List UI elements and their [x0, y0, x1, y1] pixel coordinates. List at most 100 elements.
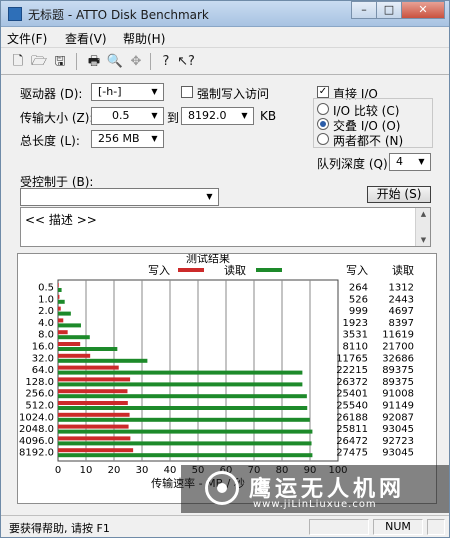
minimize-button[interactable]: –	[351, 1, 377, 19]
print-icon[interactable]: 🖶	[85, 53, 103, 71]
table-header-read: 读取	[392, 263, 414, 277]
controlled-by-select[interactable]: ▼	[20, 188, 219, 206]
save-icon[interactable]: 🖫	[51, 53, 69, 71]
y-tick-label: 2048.0	[19, 424, 54, 435]
total-length-select[interactable]: 256 MB ▼	[91, 130, 164, 148]
resize-grip-icon[interactable]	[427, 519, 445, 535]
table-cell-write: 25401	[336, 389, 368, 400]
app-window: 无标题 - ATTO Disk Benchmark – □ ✕ 文件(F) 查看…	[0, 0, 450, 538]
y-tick-label: 4096.0	[19, 436, 54, 447]
read-bar	[58, 347, 118, 351]
table-header-write: 写入	[346, 264, 368, 277]
toolbar-separator	[76, 53, 77, 70]
y-tick-label: 512.0	[25, 401, 54, 412]
table-cell-read: 91149	[382, 401, 414, 412]
queue-depth-value: 4	[396, 155, 403, 168]
table-cell-write: 3531	[343, 330, 368, 341]
maximize-button[interactable]: □	[376, 1, 402, 19]
table-cell-read: 4697	[389, 306, 414, 317]
y-tick-label: 8192.0	[19, 448, 54, 459]
table-cell-read: 2443	[389, 294, 414, 305]
status-pane-empty	[309, 519, 369, 535]
y-tick-label: 64.0	[32, 365, 54, 376]
force-write-checkbox[interactable]	[181, 86, 193, 98]
table-cell-read: 91008	[382, 389, 414, 400]
legend-read-swatch	[256, 268, 282, 272]
table-cell-read: 8397	[389, 318, 414, 329]
status-bar: 要获得帮助, 请按 F1 NUM	[1, 515, 449, 537]
window-controls: – □ ✕	[351, 1, 445, 21]
read-bar	[58, 417, 310, 422]
title-bar[interactable]: 无标题 - ATTO Disk Benchmark – □ ✕	[1, 1, 449, 27]
table-cell-write: 1923	[343, 318, 368, 329]
table-cell-write: 26372	[336, 377, 368, 388]
io-compare-radio[interactable]	[317, 103, 329, 115]
y-tick-label: 1.0	[38, 294, 54, 305]
new-icon[interactable]: 🗋	[9, 53, 27, 71]
menu-file[interactable]: 文件(F)	[7, 30, 47, 47]
write-bar	[58, 294, 60, 299]
chevron-down-icon: ▼	[206, 192, 213, 201]
table-cell-read: 32686	[382, 353, 414, 364]
table-cell-read: 1312	[389, 283, 414, 294]
overlapped-io-radio[interactable]	[317, 118, 329, 130]
y-tick-label: 16.0	[32, 342, 54, 353]
direct-io-checkbox[interactable]: ✓	[317, 86, 329, 98]
queue-depth-label: 队列深度 (Q):	[317, 157, 392, 171]
help-icon[interactable]: ?	[157, 53, 175, 71]
transfer-size-to-select[interactable]: 8192.0 ▼	[181, 107, 254, 125]
menu-view[interactable]: 查看(V)	[65, 30, 107, 47]
chevron-down-icon: ▼	[151, 111, 158, 120]
read-bar	[58, 394, 307, 399]
drive-select[interactable]: [-h-] ▼	[91, 83, 164, 101]
table-cell-write: 26188	[336, 412, 368, 423]
read-bar	[58, 311, 71, 316]
write-bar	[58, 318, 64, 323]
unit-label: KB	[260, 109, 277, 123]
description-scrollbar[interactable]: ▲ ▼	[415, 208, 430, 246]
description-text: << 描述 >>	[25, 213, 97, 227]
start-button[interactable]: 开始 (S)	[367, 186, 431, 203]
menu-bar: 文件(F) 查看(V) 帮助(H)	[1, 28, 449, 47]
read-bar	[58, 299, 65, 304]
close-button[interactable]: ✕	[401, 1, 445, 19]
read-bar	[58, 288, 62, 292]
to-label: 到	[167, 111, 180, 125]
context-help-icon[interactable]: ↖?	[175, 53, 197, 71]
print-preview-icon[interactable]: 🔍	[106, 53, 124, 71]
transfer-size-label: 传输大小 (Z):	[20, 111, 94, 125]
read-bar	[58, 453, 313, 458]
transfer-size-from-select[interactable]: 0.5 ▼	[91, 107, 164, 125]
table-cell-write: 526	[349, 294, 368, 305]
chevron-down-icon: ▼	[151, 87, 158, 96]
table-cell-write: 25811	[336, 424, 368, 435]
open-icon[interactable]: 🗁	[30, 53, 48, 71]
table-cell-read: 92723	[382, 436, 414, 447]
menu-help[interactable]: 帮助(H)	[123, 30, 165, 47]
description-box[interactable]: << 描述 >> ▲ ▼	[20, 207, 431, 247]
x-tick-label: 20	[108, 465, 121, 476]
write-bar	[58, 401, 128, 405]
total-length-value: 256 MB	[98, 132, 140, 145]
table-cell-read: 11619	[382, 330, 414, 341]
scroll-down-icon[interactable]: ▼	[416, 236, 431, 244]
x-tick-label: 40	[164, 465, 177, 476]
neither-radio[interactable]	[317, 133, 329, 145]
read-bar	[58, 429, 313, 434]
read-bar	[58, 370, 303, 375]
transfer-size-from-value: 0.5	[112, 109, 130, 122]
drive-label: 驱动器 (D):	[20, 87, 83, 101]
read-bar	[58, 382, 303, 387]
write-bar	[58, 448, 134, 453]
table-cell-read: 92087	[382, 412, 414, 423]
table-cell-read: 89375	[382, 377, 414, 388]
write-bar	[58, 412, 130, 417]
legend-write-swatch	[178, 268, 204, 272]
table-cell-write: 26472	[336, 436, 368, 447]
chevron-down-icon: ▼	[151, 134, 158, 143]
scroll-up-icon[interactable]: ▲	[416, 210, 431, 218]
table-cell-write: 999	[349, 306, 368, 317]
queue-depth-select[interactable]: 4 ▼	[389, 153, 431, 171]
y-tick-label: 8.0	[38, 330, 54, 341]
table-cell-write: 8110	[343, 342, 368, 353]
